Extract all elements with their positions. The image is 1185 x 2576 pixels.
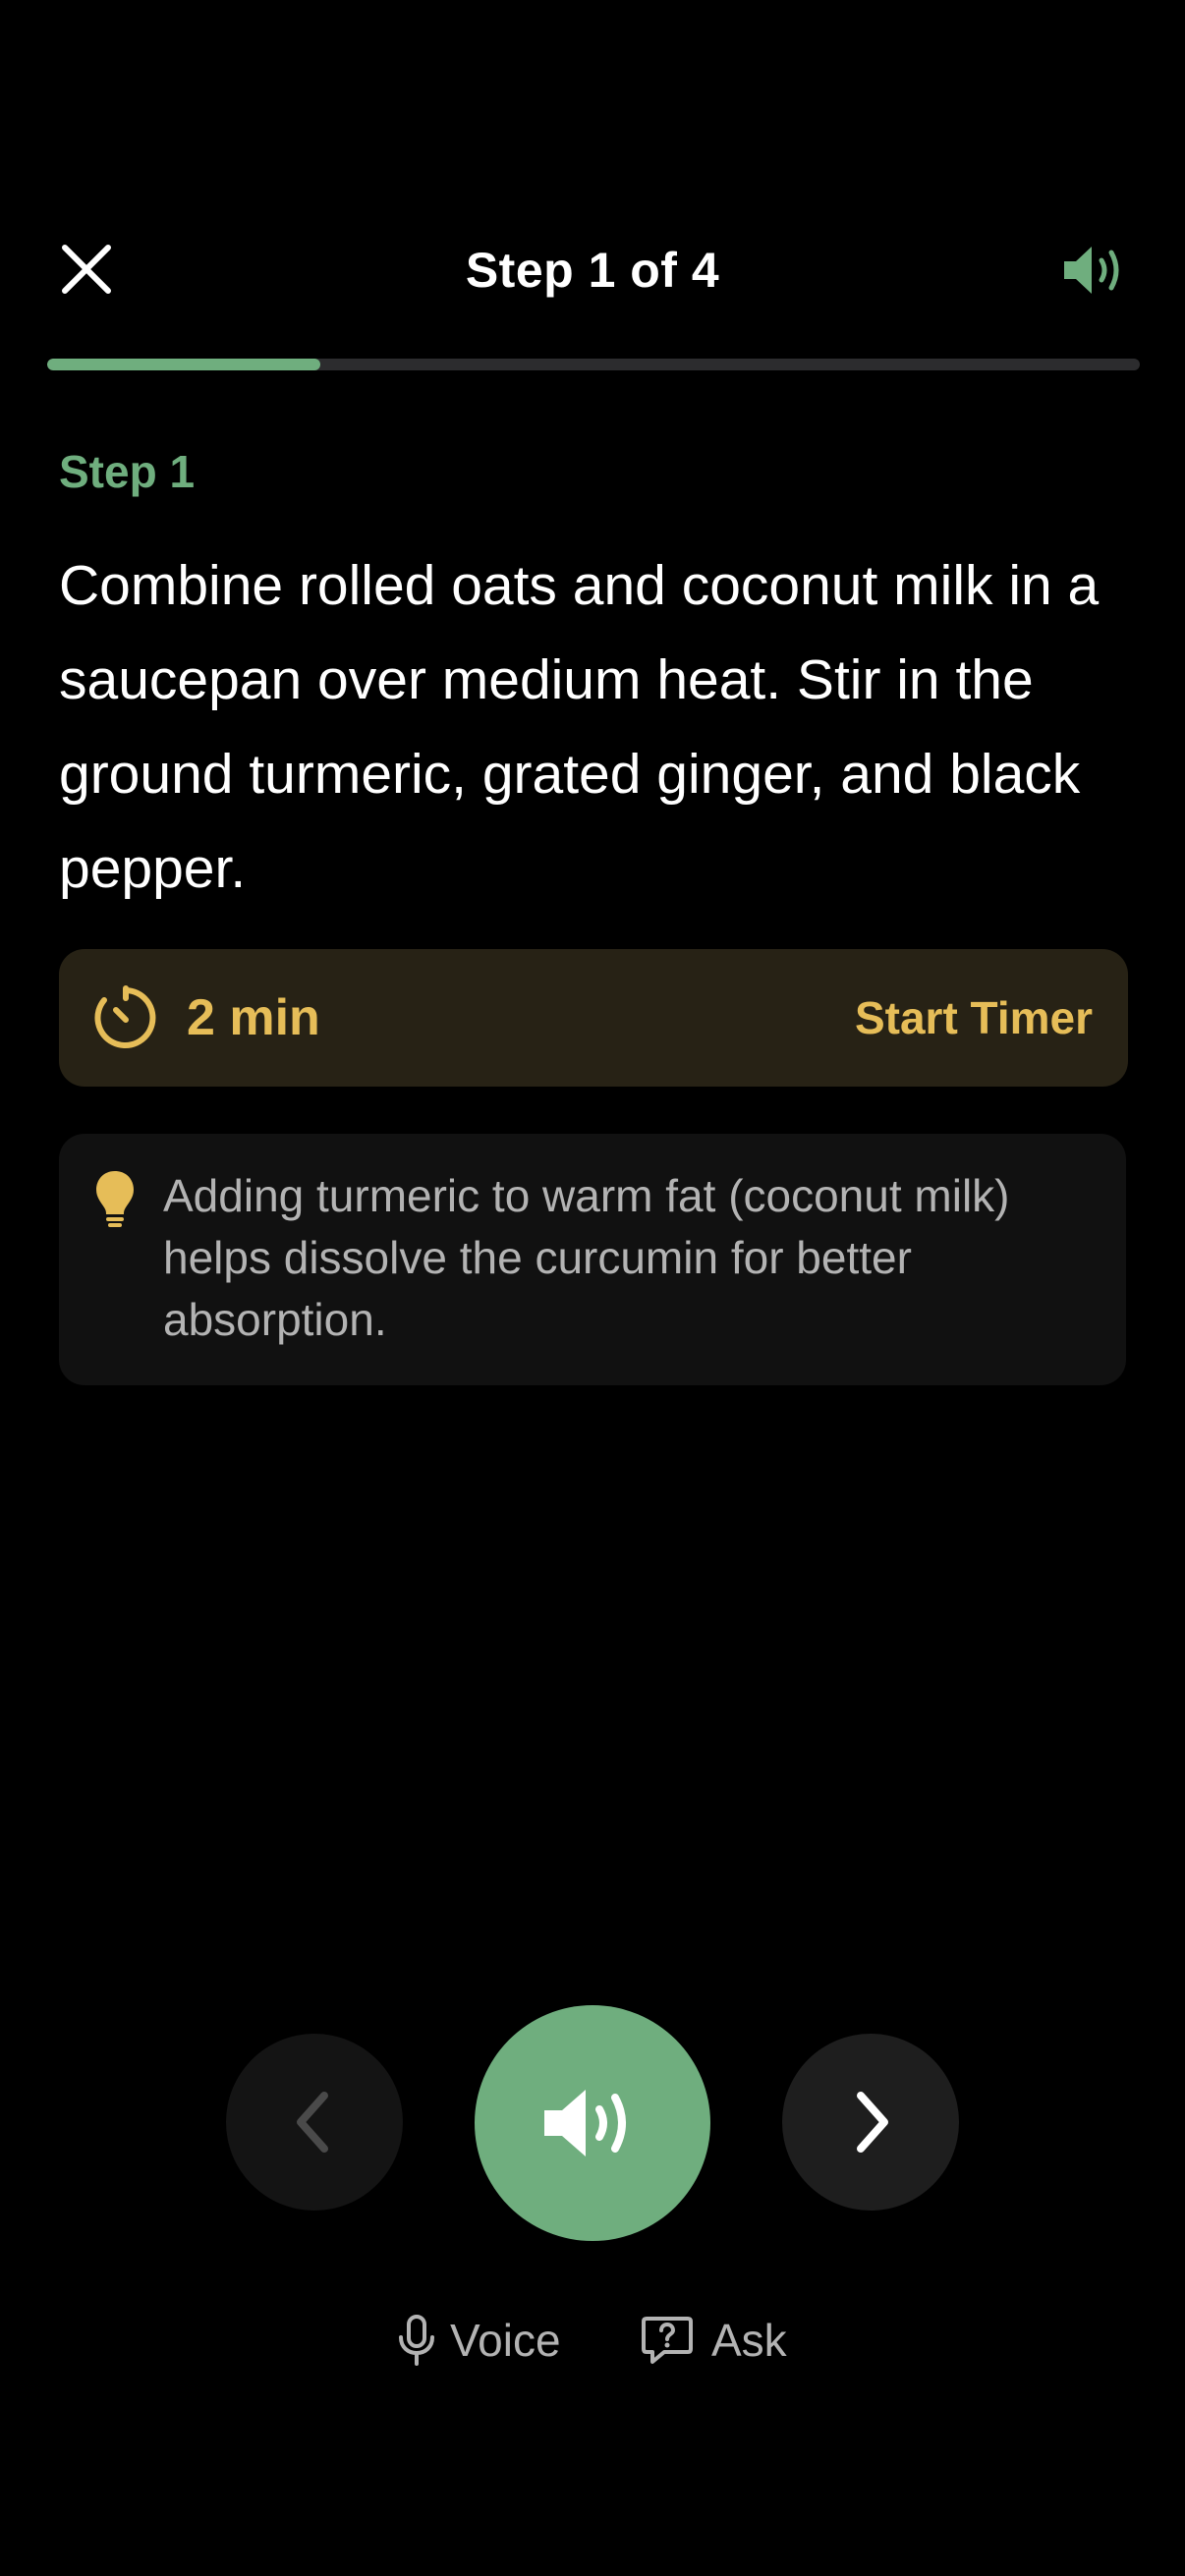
timer-duration: 2 min (187, 989, 320, 1046)
page-title: Step 1 of 4 (465, 243, 720, 298)
question-bubble-icon (642, 2317, 693, 2364)
lightbulb-icon (94, 1169, 136, 1230)
ask-label: Ask (711, 2315, 787, 2366)
read-step-aloud-button[interactable] (475, 2005, 710, 2241)
read-aloud-button[interactable] (1057, 236, 1132, 305)
timer-icon (90, 982, 161, 1053)
speaker-icon (1064, 247, 1119, 294)
speaker-icon (544, 2090, 626, 2156)
microphone-icon (399, 2315, 434, 2366)
step-progress-bar (47, 359, 1140, 370)
start-timer-button[interactable]: Start Timer (855, 988, 1093, 1047)
voice-label: Voice (450, 2315, 561, 2366)
tip-text: Adding turmeric to warm fat (coconut mil… (163, 1170, 1010, 1345)
voice-button[interactable]: Voice (397, 2309, 561, 2372)
step-label: Step 1 (59, 446, 196, 497)
next-step-button[interactable] (782, 2034, 959, 2211)
chevron-right-icon (857, 2092, 888, 2153)
previous-step-button[interactable] (226, 2034, 403, 2211)
step-progress-fill (47, 359, 320, 370)
chevron-left-icon (297, 2092, 328, 2153)
ask-button[interactable]: Ask (641, 2309, 787, 2372)
step-instruction: Combine rolled oats and coconut milk in … (59, 554, 1100, 900)
